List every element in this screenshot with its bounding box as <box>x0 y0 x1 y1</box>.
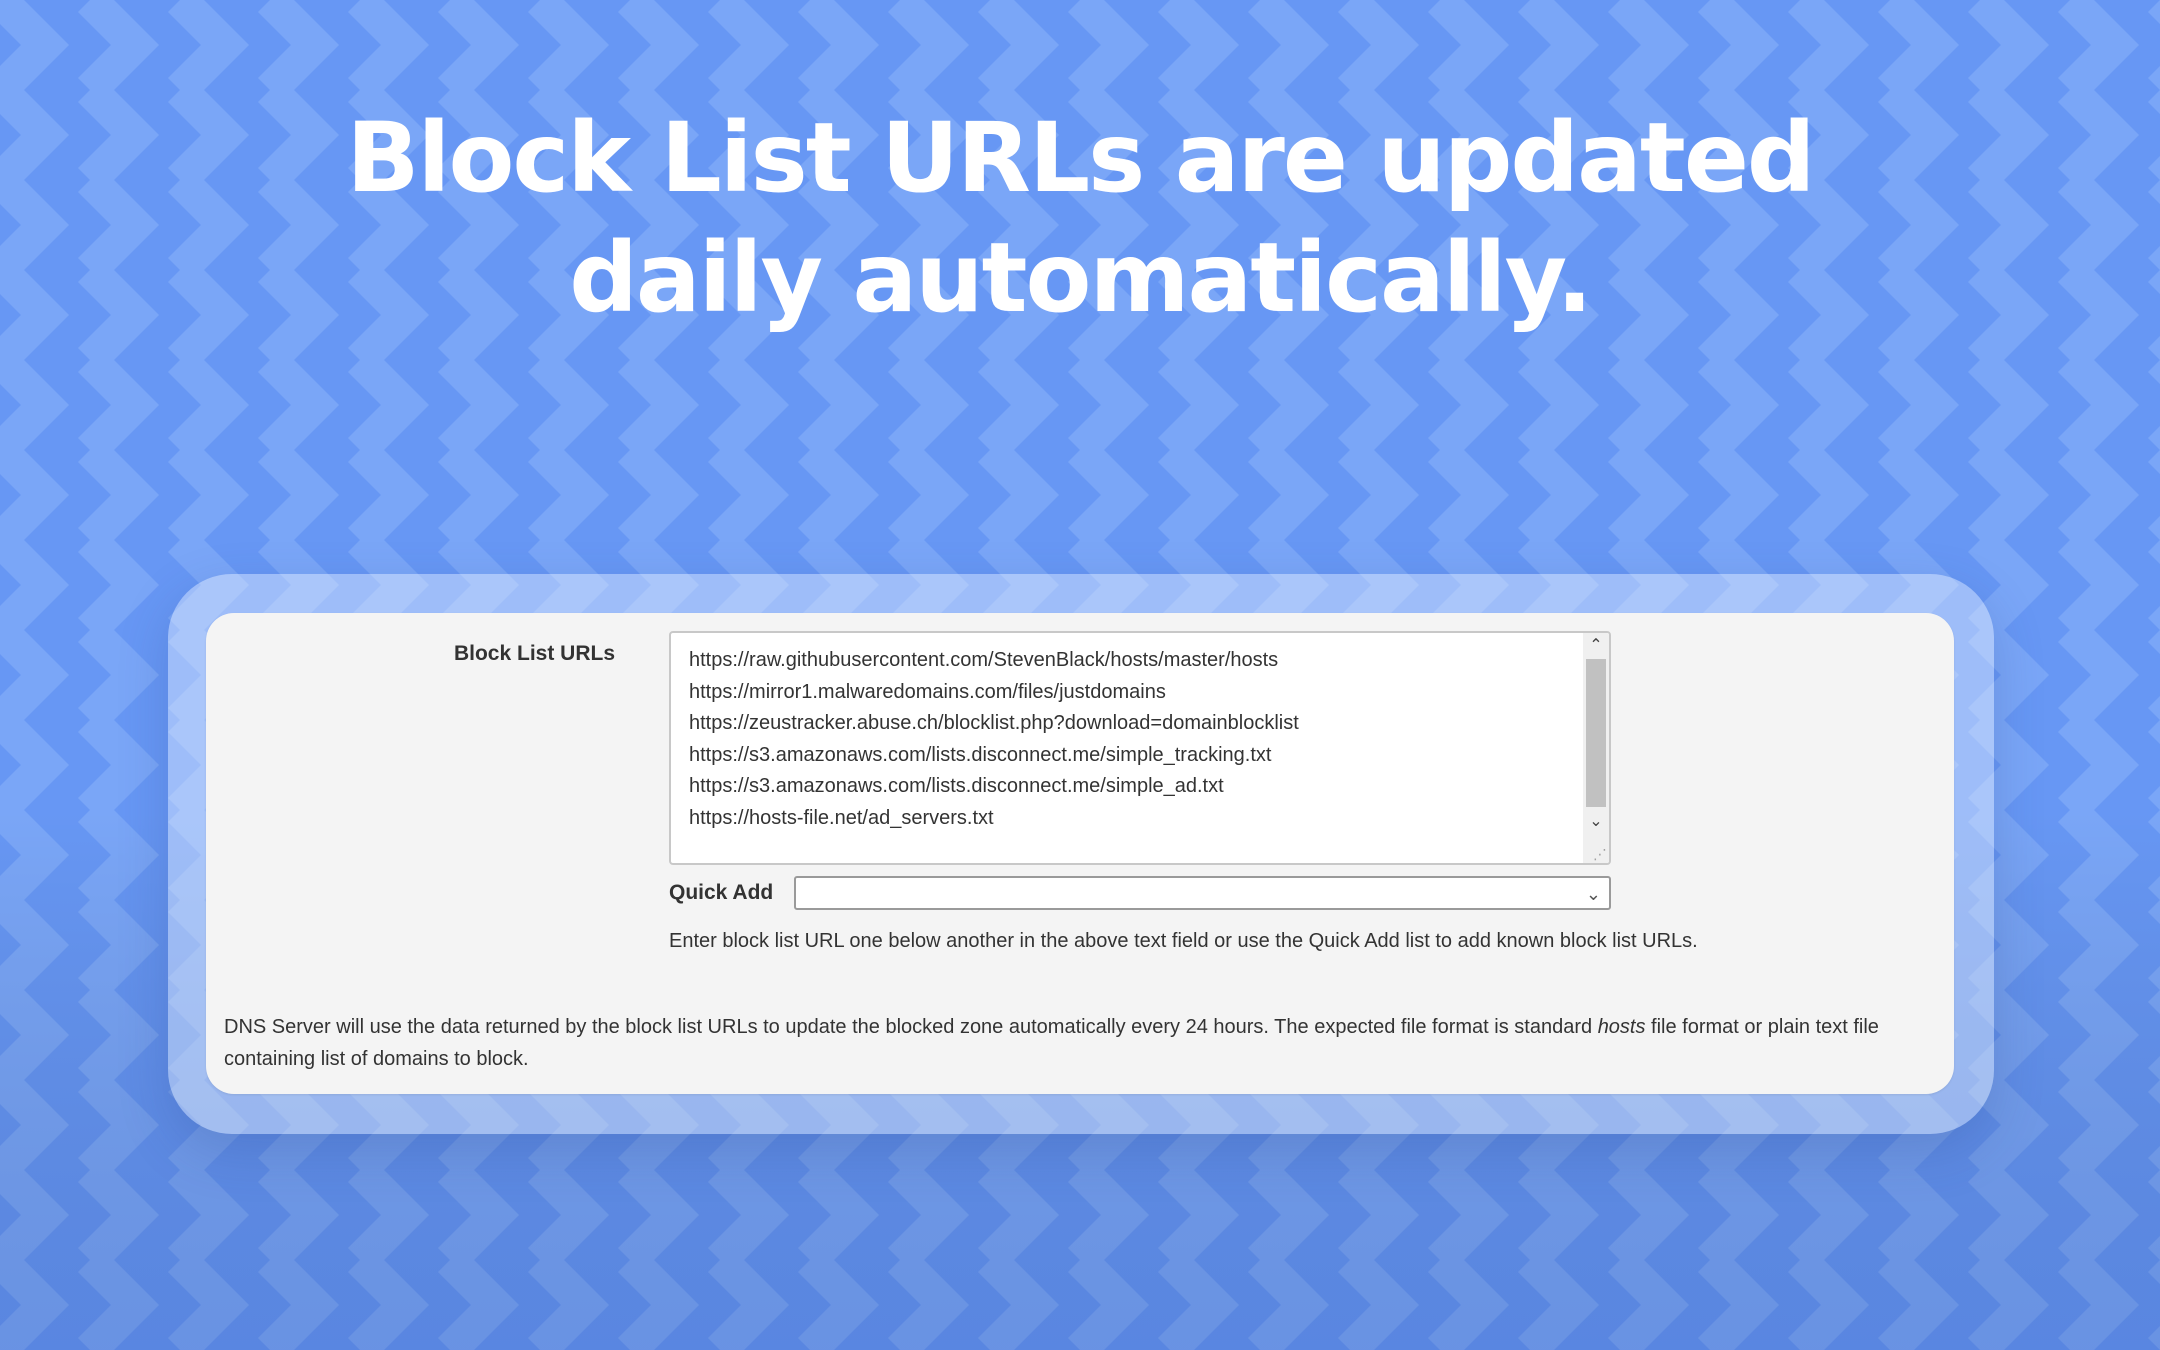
quick-add-select[interactable]: ⌄ <box>794 876 1611 910</box>
block-list-urls-textarea[interactable]: https://raw.githubusercontent.com/Steven… <box>669 631 1611 865</box>
block-list-urls-label: Block List URLs <box>453 642 615 665</box>
textarea-scrollbar[interactable]: ⌃ ⌄ <box>1583 633 1609 863</box>
scrollbar-thumb[interactable] <box>1586 659 1606 807</box>
help-text: Enter block list URL one below another i… <box>669 930 1698 952</box>
headline-line-2: daily automatically. <box>569 222 1593 334</box>
url-item: https://raw.githubusercontent.com/Steven… <box>689 649 1279 671</box>
settings-panel: Block List URLs https://raw.githubuserco… <box>206 613 1954 1094</box>
headline-line-1: Block List URLs are updated <box>346 102 1815 214</box>
chevron-up-icon[interactable]: ⌃ <box>1583 635 1609 657</box>
url-item: https://zeustracker.abuse.ch/blocklist.p… <box>689 712 1299 734</box>
url-item: https://hosts-file.net/ad_servers.txt <box>689 806 994 829</box>
resize-grip-icon[interactable]: ⋰ <box>1593 847 1607 861</box>
description-text-part: DNS Server will use the data returned by… <box>224 1016 1598 1038</box>
description-text: DNS Server will use the data returned by… <box>224 1011 1940 1075</box>
url-list: https://raw.githubusercontent.com/Steven… <box>689 645 1299 834</box>
chevron-down-icon[interactable]: ⌄ <box>1583 811 1609 833</box>
chevron-down-icon[interactable]: ⌄ <box>1586 880 1601 908</box>
hosts-emphasis: hosts <box>1597 1016 1646 1038</box>
url-item: https://s3.amazonaws.com/lists.disconnec… <box>689 775 1224 797</box>
url-item: https://mirror1.malwaredomains.com/files… <box>689 680 1166 703</box>
headline: Block List URLs are updated daily automa… <box>0 98 2160 338</box>
quick-add-label: Quick Add <box>669 881 774 904</box>
url-item: https://s3.amazonaws.com/lists.disconnec… <box>689 743 1272 766</box>
